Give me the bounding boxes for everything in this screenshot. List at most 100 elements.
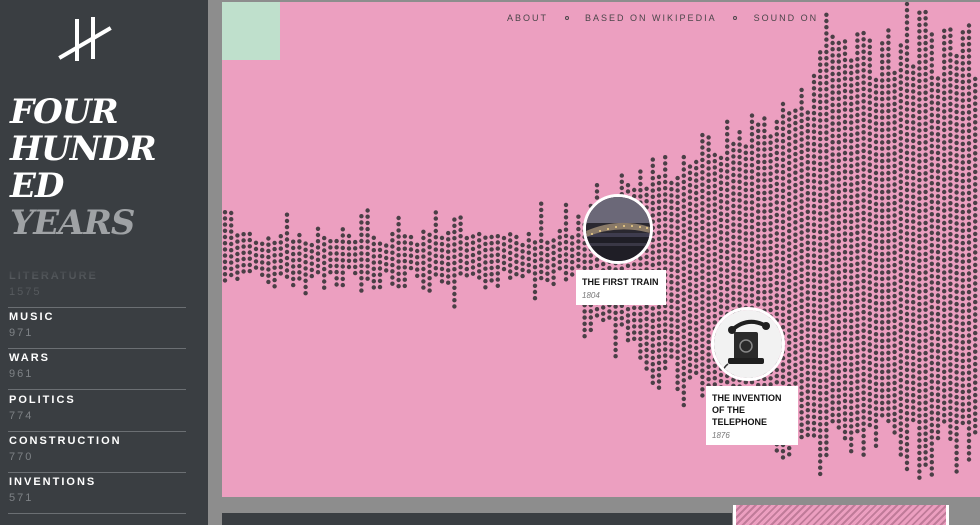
dot-column: [836, 40, 841, 430]
dot: [929, 267, 934, 273]
dot: [935, 262, 941, 267]
dot: [898, 371, 903, 377]
dot: [855, 422, 860, 428]
dot: [700, 294, 705, 299]
dot: [365, 264, 370, 269]
dot: [247, 237, 252, 243]
dot: [737, 185, 742, 191]
dot: [756, 258, 761, 264]
dot: [749, 231, 755, 236]
dot: [787, 297, 792, 302]
event-card[interactable]: THE INVENTION OF THE TELEPHONE 1876: [706, 386, 798, 445]
dot: [787, 377, 792, 383]
dot: [954, 258, 959, 263]
dot: [842, 405, 848, 410]
event-card[interactable]: THE FIRST TRAIN 1804: [576, 270, 666, 305]
dot: [706, 203, 711, 208]
dot: [960, 110, 965, 116]
nav-wikipedia-link[interactable]: BASED ON WIKIPEDIA: [585, 13, 717, 23]
dot: [743, 181, 748, 186]
dot: [886, 226, 891, 231]
dot: [681, 297, 686, 302]
dot: [774, 262, 779, 267]
dot: [650, 362, 655, 367]
dot: [923, 419, 928, 424]
category-item-music[interactable]: MUSIC 971: [8, 307, 186, 349]
timeline-visualization[interactable]: ABOUT BASED ON WIKIPEDIA SOUND ON THE FI…: [222, 2, 980, 497]
dot: [780, 176, 786, 181]
dot: [768, 196, 773, 201]
dot: [650, 306, 655, 311]
category-item-construction[interactable]: CONSTRUCTION 770: [8, 431, 186, 473]
dot: [966, 246, 972, 251]
dot: [948, 269, 953, 274]
nav-about-link[interactable]: ABOUT: [507, 13, 548, 23]
dot: [923, 71, 928, 77]
dot: [867, 354, 872, 360]
dot: [756, 240, 761, 245]
dot: [718, 223, 724, 229]
dot: [322, 285, 327, 290]
dot: [340, 258, 345, 263]
dot-column: [353, 239, 358, 276]
dot: [873, 201, 879, 207]
dot: [929, 429, 934, 434]
category-name: MUSIC: [9, 311, 55, 323]
dot: [855, 69, 860, 74]
dot: [898, 74, 903, 79]
dot: [762, 302, 767, 307]
dot: [960, 333, 965, 339]
dot: [898, 49, 903, 54]
dot: [756, 221, 761, 227]
dot: [873, 133, 879, 138]
dot: [917, 72, 922, 77]
dot: [849, 331, 854, 336]
dot: [935, 187, 941, 193]
dot: [805, 197, 810, 202]
dot: [780, 188, 786, 193]
dot: [743, 206, 748, 211]
category-item-politics[interactable]: POLITICS 774: [8, 390, 186, 432]
logo-icon[interactable]: [55, 15, 115, 65]
category-item-wars[interactable]: WARS 961: [8, 348, 186, 390]
dot: [849, 194, 854, 200]
dot: [787, 129, 792, 135]
dot: [433, 235, 438, 240]
dot: [904, 181, 910, 186]
dot: [929, 274, 934, 279]
category-item-inventions[interactable]: INVENTIONS 571: [8, 472, 186, 514]
dot: [966, 302, 972, 307]
dot: [731, 290, 736, 295]
dot: [892, 318, 897, 324]
dot: [873, 183, 879, 188]
dot: [948, 101, 953, 107]
dot: [694, 308, 699, 313]
dot: [607, 315, 612, 320]
dot: [861, 167, 866, 172]
dot: [700, 269, 705, 274]
dot: [973, 144, 978, 150]
dot: [824, 421, 829, 427]
sound-toggle[interactable]: SOUND ON: [754, 13, 819, 23]
dot: [917, 363, 922, 369]
dot: [942, 282, 947, 288]
dot: [861, 371, 866, 377]
dot: [954, 444, 959, 449]
dot: [402, 271, 407, 276]
dot: [266, 236, 271, 241]
dot: [842, 51, 848, 56]
category-item-literature[interactable]: LITERATURE 1575: [8, 266, 186, 308]
dot: [861, 111, 866, 116]
dot: [811, 259, 817, 265]
dot: [935, 386, 941, 391]
dot: [842, 113, 848, 119]
dot: [855, 280, 860, 285]
bottom-preview-tile[interactable]: [733, 505, 949, 525]
dot: [849, 449, 854, 454]
dot: [799, 143, 804, 148]
dot: [725, 163, 730, 168]
dot: [960, 371, 965, 376]
dot: [942, 264, 947, 269]
dot: [855, 292, 860, 297]
dot: [229, 235, 234, 240]
